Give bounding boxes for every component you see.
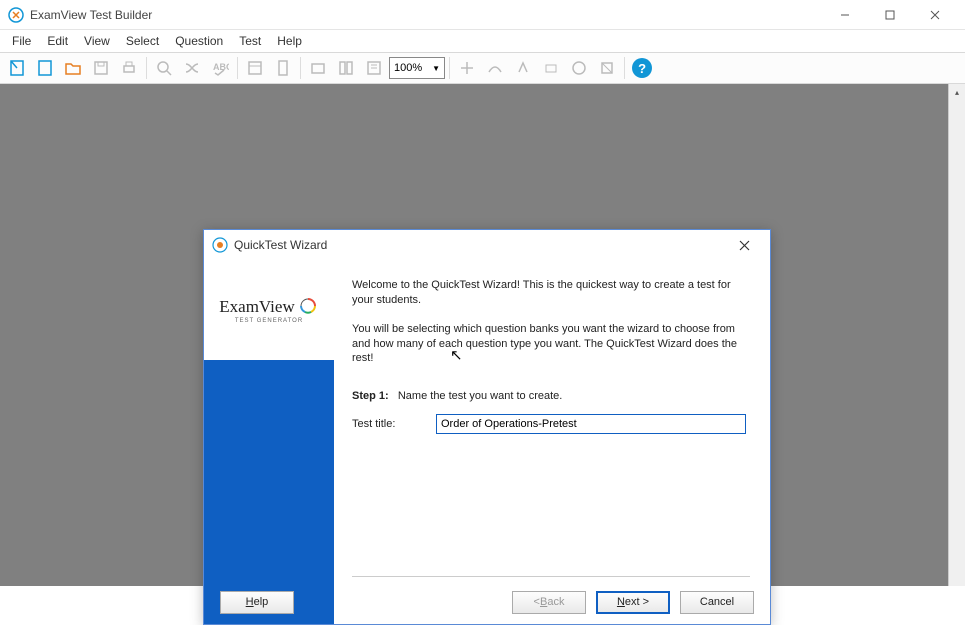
tool-spellcheck[interactable]: ABC <box>207 55 233 81</box>
test-title-label: Test title: <box>352 418 436 430</box>
app-icon <box>8 7 24 23</box>
test-title-input[interactable] <box>436 414 746 434</box>
minimize-button[interactable] <box>822 0 867 30</box>
help-button[interactable]: ? <box>629 55 655 81</box>
workspace: ▴ QuickTest Wizard ExamView <box>0 84 965 586</box>
logo-bulb-icon <box>297 296 319 318</box>
help-button[interactable]: Help <box>220 591 294 614</box>
menu-help[interactable]: Help <box>269 32 310 50</box>
maximize-button[interactable] <box>867 0 912 30</box>
tool-save[interactable] <box>88 55 114 81</box>
tool-new-blank[interactable] <box>4 55 30 81</box>
logo-main: ExamView <box>219 297 294 317</box>
back-button[interactable]: < Back <box>512 591 586 614</box>
dialog-icon <box>212 237 228 253</box>
step-line: Step 1: Name the test you want to create… <box>352 390 746 402</box>
svg-text:ABC: ABC <box>213 62 229 72</box>
menu-test[interactable]: Test <box>231 32 269 50</box>
examview-logo: ExamView TEST GENERATOR <box>204 260 334 360</box>
toolbar-separator <box>449 57 450 79</box>
titlebar: ExamView Test Builder <box>0 0 965 30</box>
window-controls <box>822 0 957 30</box>
tool-zoom-in[interactable] <box>151 55 177 81</box>
dialog-divider <box>352 576 750 577</box>
tool-toolbox2[interactable] <box>333 55 359 81</box>
window-title: ExamView Test Builder <box>30 8 822 22</box>
tool-misc5[interactable] <box>566 55 592 81</box>
toolbar-separator <box>237 57 238 79</box>
menu-select[interactable]: Select <box>118 32 167 50</box>
dialog-close-button[interactable] <box>726 231 762 259</box>
next-button[interactable]: Next > <box>596 591 670 614</box>
close-button[interactable] <box>912 0 957 30</box>
step-text: Name the test you want to create. <box>398 390 562 402</box>
wizard-intro-2: You will be selecting which question ban… <box>352 322 746 367</box>
quicktest-wizard-dialog: QuickTest Wizard ExamView <box>203 229 771 625</box>
dialog-title: QuickTest Wizard <box>234 238 726 252</box>
tool-toolbox1[interactable] <box>305 55 331 81</box>
dialog-sidebar: ExamView TEST GENERATOR <box>204 260 334 624</box>
toolbar-separator <box>146 57 147 79</box>
scroll-up-icon[interactable]: ▴ <box>949 84 965 101</box>
tool-misc1[interactable] <box>454 55 480 81</box>
dialog-content: Welcome to the QuickTest Wizard! This is… <box>334 260 770 624</box>
help-icon: ? <box>632 58 652 78</box>
tool-toolbox3[interactable] <box>361 55 387 81</box>
tool-misc4[interactable] <box>538 55 564 81</box>
tool-misc3[interactable] <box>510 55 536 81</box>
logo-sub: TEST GENERATOR <box>235 318 303 324</box>
dialog-body: ExamView TEST GENERATOR Welcome to the Q… <box>204 260 770 624</box>
step-label: Step 1: <box>352 390 389 402</box>
tool-print[interactable] <box>116 55 142 81</box>
zoom-select[interactable]: 100% ▼ <box>389 57 445 79</box>
toolbar-separator <box>300 57 301 79</box>
toolbar-separator <box>624 57 625 79</box>
tool-new-test[interactable] <box>32 55 58 81</box>
test-title-row: Test title: <box>352 414 746 434</box>
toolbar: ABC 100% ▼ ? <box>0 52 965 84</box>
tool-open[interactable] <box>60 55 86 81</box>
vertical-scrollbar[interactable]: ▴ <box>948 84 965 586</box>
menubar: File Edit View Select Question Test Help <box>0 30 965 52</box>
menu-file[interactable]: File <box>4 32 39 50</box>
tool-shuffle[interactable] <box>179 55 205 81</box>
tool-layout[interactable] <box>242 55 268 81</box>
menu-question[interactable]: Question <box>167 32 231 50</box>
dialog-button-bar: Help < Back Next > Cancel <box>204 580 770 624</box>
cancel-button[interactable]: Cancel <box>680 591 754 614</box>
tool-misc2[interactable] <box>482 55 508 81</box>
zoom-value: 100% <box>394 62 422 74</box>
tool-misc6[interactable] <box>594 55 620 81</box>
wizard-intro-1: Welcome to the QuickTest Wizard! This is… <box>352 278 746 308</box>
dialog-titlebar: QuickTest Wizard <box>204 230 770 260</box>
menu-view[interactable]: View <box>76 32 118 50</box>
tool-page[interactable] <box>270 55 296 81</box>
menu-edit[interactable]: Edit <box>39 32 76 50</box>
help-label-rest: elp <box>254 596 269 608</box>
chevron-down-icon: ▼ <box>432 64 440 73</box>
